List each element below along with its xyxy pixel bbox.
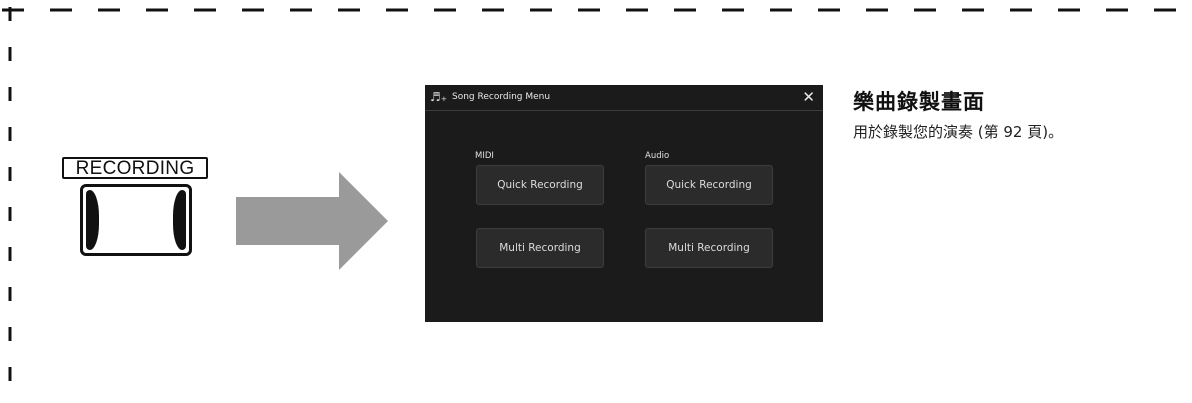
audio-multi-recording-button[interactable]: Multi Recording — [645, 228, 773, 268]
button-edge-left — [86, 190, 99, 250]
audio-column-label: Audio — [645, 151, 670, 161]
recording-button[interactable] — [80, 184, 192, 256]
right-arrow-icon — [236, 172, 388, 270]
screen-titlebar: ♬₊ Song Recording Menu ✕ — [425, 85, 823, 111]
audio-quick-recording-button[interactable]: Quick Recording — [645, 165, 773, 205]
screen-title: Song Recording Menu — [452, 92, 551, 102]
music-note-icon: ♬₊ — [430, 90, 448, 104]
midi-column-label: MIDI — [475, 151, 494, 161]
midi-quick-recording-button[interactable]: Quick Recording — [476, 165, 604, 205]
section-heading: 樂曲錄製畫面 — [853, 90, 985, 114]
button-edge-right — [173, 190, 186, 250]
recording-button-label: RECORDING — [62, 157, 208, 179]
song-recording-screen: ♬₊ Song Recording Menu ✕ MIDI Quick Reco… — [425, 85, 823, 322]
section-description: 用於錄製您的演奏 (第 92 頁)。 — [853, 123, 1064, 141]
close-button[interactable]: ✕ — [802, 88, 815, 106]
midi-multi-recording-button[interactable]: Multi Recording — [476, 228, 604, 268]
